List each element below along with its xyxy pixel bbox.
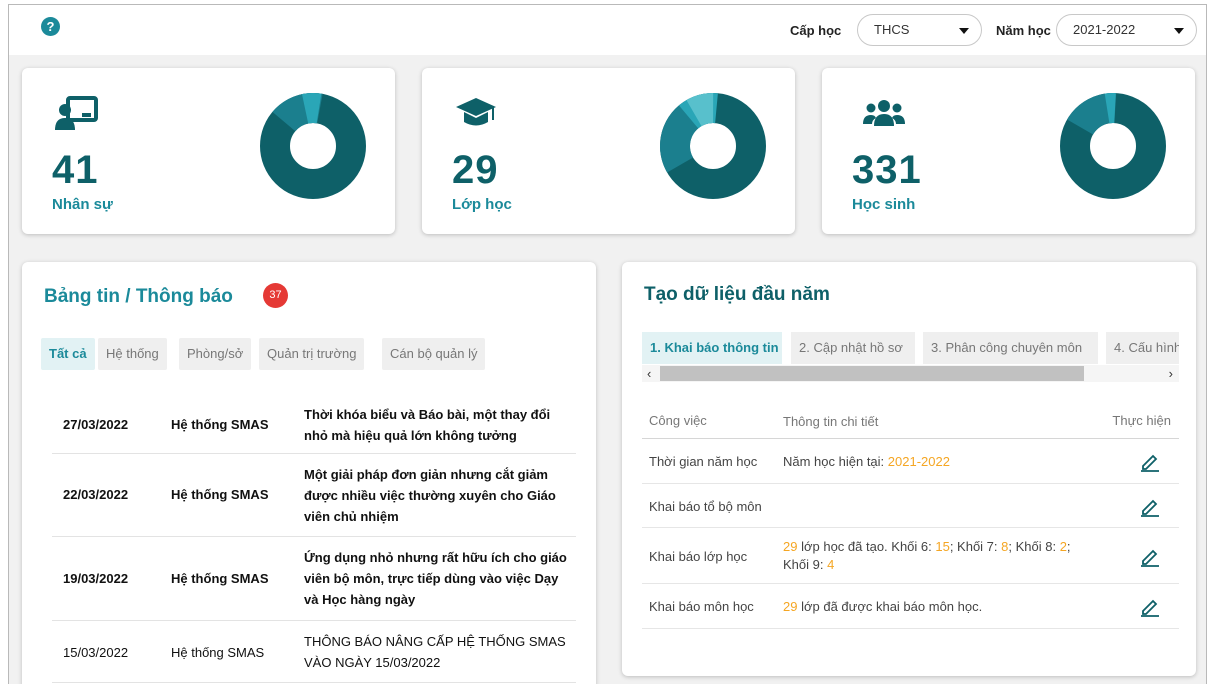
tab-declare-info[interactable]: 1. Khai báo thông tin (642, 332, 782, 364)
tab-management[interactable]: Cán bộ quản lý (382, 338, 486, 370)
news-source: Hệ thống SMAS (171, 645, 265, 660)
news-title-link[interactable]: Thời khóa biểu và Báo bài, một thay đổi … (304, 404, 569, 446)
detail-text: lớp đã được khai báo môn học. (797, 599, 983, 614)
news-title: Bảng tin / Thông báo (44, 286, 233, 307)
table-header: Công việc Thông tin chi tiết Thực hiện (642, 402, 1179, 439)
news-date: 15/03/2022 (63, 645, 129, 660)
app-frame: ? Cấp học THCS Năm học 2021-2022 41 Nhân… (8, 4, 1207, 684)
classes-donut-chart (660, 93, 766, 199)
setup-panel: Tạo dữ liệu đầu năm 1. Khai báo thông ti… (622, 262, 1196, 676)
stat-card-students[interactable]: 331 Học sinh (822, 68, 1195, 234)
news-row[interactable]: 19/03/2022 Hệ thống SMAS Ứng dụng nhỏ nh… (52, 537, 576, 621)
news-date: 22/03/2022 (63, 487, 129, 502)
task-name: Khai báo lớp học (649, 549, 748, 564)
tab-config[interactable]: 4. Cấu hình (1106, 332, 1179, 364)
news-source: Hệ thống SMAS (171, 571, 269, 586)
table-row: Thời gian năm học Năm học hiện tại: 2021… (642, 439, 1179, 484)
stat-label: Nhân sự (52, 196, 113, 213)
task-detail: 29 lớp đã được khai báo môn học. (783, 598, 1093, 616)
detail-text: ; Khối 7: (949, 539, 1002, 554)
scrollbar-thumb[interactable] (660, 366, 1084, 381)
task-name: Thời gian năm học (649, 454, 758, 469)
news-title-link[interactable]: Một giải pháp đơn giản nhưng cắt giảm đư… (304, 464, 569, 527)
staff-donut-chart (260, 93, 366, 199)
news-row[interactable]: 27/03/2022 Hệ thống SMAS Thời khóa biểu … (52, 398, 576, 454)
students-group-icon (863, 100, 905, 126)
year-label: Năm học (996, 23, 1051, 38)
tab-school-admin[interactable]: Quản trị trường (259, 338, 365, 370)
news-title-link[interactable]: Ứng dụng nhỏ nhưng rất hữu ích cho giáo … (304, 547, 569, 610)
news-panel: Bảng tin / Thông báo 37 Tất cả Hệ thống … (22, 262, 596, 684)
news-row[interactable]: 15/03/2022 Hệ thống SMAS THÔNG BÁO NÂNG … (52, 621, 576, 683)
detail-value: 29 (783, 599, 798, 614)
scroll-right-arrow[interactable]: › (1169, 365, 1173, 382)
news-row[interactable]: 22/03/2022 Hệ thống SMAS Một giải pháp đ… (52, 454, 576, 537)
scroll-left-arrow[interactable]: ‹ (647, 365, 651, 382)
news-source: Hệ thống SMAS (171, 417, 269, 432)
level-select-value: THCS (874, 22, 910, 37)
tab-department[interactable]: Phòng/sở (179, 338, 252, 370)
edit-pencil-icon[interactable] (1139, 545, 1161, 567)
stat-label: Học sinh (852, 196, 916, 213)
column-header: Công việc (649, 413, 707, 428)
setup-title: Tạo dữ liệu đầu năm (644, 284, 830, 305)
news-date: 19/03/2022 (63, 571, 129, 586)
detail-text: Năm học hiện tại: (783, 454, 888, 469)
notification-count-badge: 37 (263, 283, 288, 308)
table-row: Khai báo lớp học 29 lớp học đã tạo. Khối… (642, 528, 1179, 584)
level-select[interactable]: THCS (857, 14, 982, 46)
chevron-down-icon (1174, 28, 1184, 34)
news-source: Hệ thống SMAS (171, 487, 269, 502)
detail-value: 15 (935, 539, 950, 554)
tab-all[interactable]: Tất cả (41, 338, 95, 370)
task-detail: Năm học hiện tại: 2021-2022 (783, 453, 1093, 471)
tab-assign-subjects[interactable]: 3. Phân công chuyên môn (923, 332, 1098, 364)
chevron-down-icon (959, 28, 969, 34)
top-bar: ? Cấp học THCS Năm học 2021-2022 (9, 5, 1206, 55)
edit-pencil-icon[interactable] (1139, 450, 1161, 472)
stat-value: 29 (452, 148, 499, 192)
detail-text: ; Khối 8: (1008, 539, 1060, 554)
column-header: Thông tin chi tiết (783, 414, 879, 429)
graduation-cap-icon (456, 98, 496, 126)
detail-value: 2021-2022 (887, 454, 950, 469)
year-select[interactable]: 2021-2022 (1056, 14, 1197, 46)
news-title-link[interactable]: THÔNG BÁO NÂNG CẤP HỆ THỐNG SMAS VÀO NGÀ… (304, 631, 569, 673)
detail-value: 29 (783, 539, 798, 554)
detail-value: 2 (1059, 539, 1067, 554)
tab-system[interactable]: Hệ thống (98, 338, 167, 370)
edit-pencil-icon[interactable] (1139, 595, 1161, 617)
stat-card-staff[interactable]: 41 Nhân sự (22, 68, 395, 234)
table-row: Khai báo tổ bộ môn (642, 484, 1179, 528)
level-label: Cấp học (790, 23, 842, 38)
tabs-scrollbar[interactable]: ‹ › (642, 365, 1179, 382)
stat-value: 41 (52, 148, 99, 192)
staff-icon (55, 96, 98, 130)
year-select-value: 2021-2022 (1073, 22, 1136, 37)
tab-update-profile[interactable]: 2. Cập nhật hồ sơ (791, 332, 915, 364)
stat-value: 331 (852, 148, 922, 192)
students-donut-chart (1060, 93, 1166, 199)
task-name: Khai báo tổ bộ môn (649, 499, 762, 514)
task-name: Khai báo môn học (649, 599, 754, 614)
help-icon[interactable]: ? (41, 17, 60, 36)
stat-label: Lớp học (452, 196, 512, 213)
news-date: 27/03/2022 (63, 417, 129, 432)
table-row: Khai báo môn học 29 lớp đã được khai báo… (642, 584, 1179, 629)
column-header: Thực hiện (1112, 413, 1171, 428)
detail-text: lớp học đã tạo. Khối 6: (797, 539, 936, 554)
detail-value: 4 (827, 557, 835, 572)
stat-card-classes[interactable]: 29 Lớp học (422, 68, 795, 234)
task-detail: 29 lớp học đã tạo. Khối 6: 15; Khối 7: 8… (783, 538, 1088, 574)
edit-pencil-icon[interactable] (1139, 495, 1161, 517)
